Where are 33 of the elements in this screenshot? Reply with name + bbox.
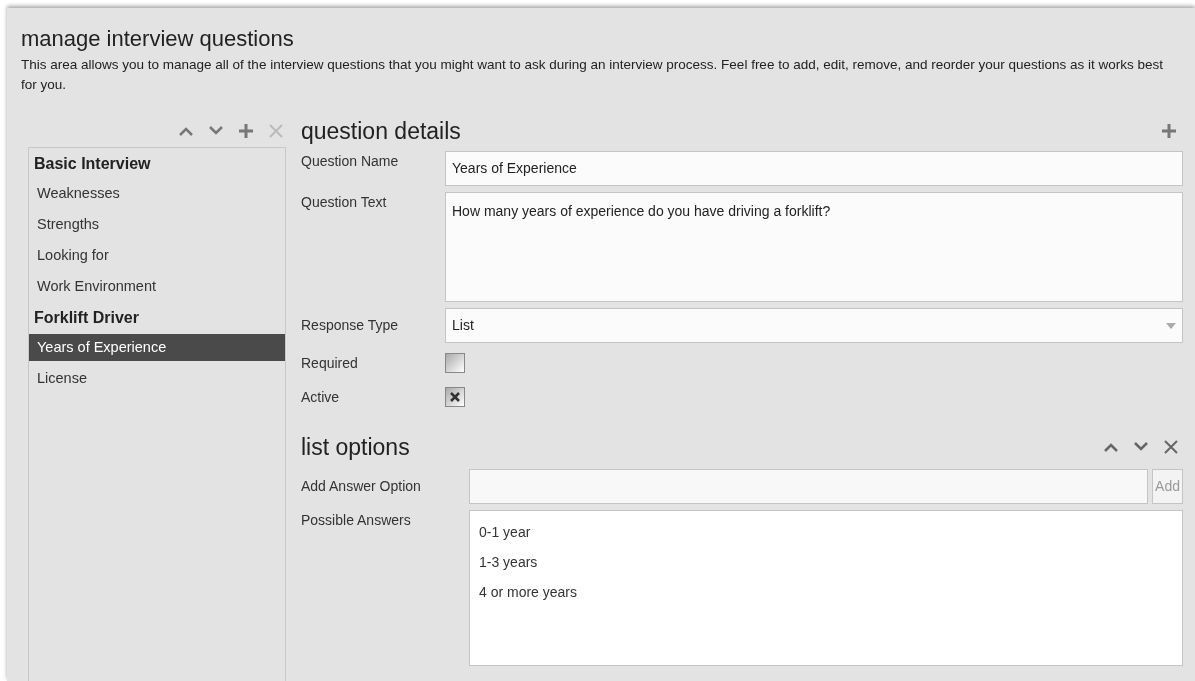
group-heading: Forklift Driver [33,308,140,328]
checkbox[interactable] [445,387,465,407]
answer-item[interactable]: 0-1 year [479,517,1173,547]
dropdown-caret-icon [1166,322,1176,329]
check-x-icon [449,391,461,403]
answer-item[interactable]: 1-3 years [479,547,1173,577]
field-label: Question Name [301,152,400,171]
dropdown[interactable]: List [445,308,1183,343]
field-label: Add Answer Option [301,477,422,496]
page-description: This area allows you to manage all of the interview questions that you might want to ask during an interview process. Feel free to add, edit, remove, and reorder your questions as it works best for you. [21,56,1165,94]
field-label: Response Type [301,316,400,335]
section-title: question details [301,116,461,146]
checkbox[interactable] [445,353,465,373]
field-label: Question Text [301,193,388,212]
plus-icon[interactable] [1161,123,1177,139]
field-label: Required [301,353,359,373]
field-label: Active [301,387,341,407]
question-list-item[interactable]: Looking for [29,242,285,269]
group-heading: Basic Interview [33,154,152,174]
section-title: list options [301,432,410,462]
answer-item[interactable]: 4 or more years [479,577,1173,607]
answer-option-field[interactable] [469,469,1149,504]
text-field[interactable]: Years of Experience [445,151,1183,186]
page-title: manage interview questions [21,25,295,53]
question-list-item[interactable]: Strengths [29,211,285,238]
question-list-item[interactable]: License [29,365,285,392]
close-icon[interactable] [1163,439,1179,455]
question-list-item[interactable]: Work Environment [29,273,285,300]
question-list-item[interactable]: Weaknesses [29,180,285,207]
question-list-item[interactable]: Years of Experience [29,334,285,361]
plus-icon[interactable] [238,123,254,139]
field-label: Possible Answers [301,511,412,530]
text-area[interactable]: How many years of experience do you have driving a forklift? [445,192,1183,302]
